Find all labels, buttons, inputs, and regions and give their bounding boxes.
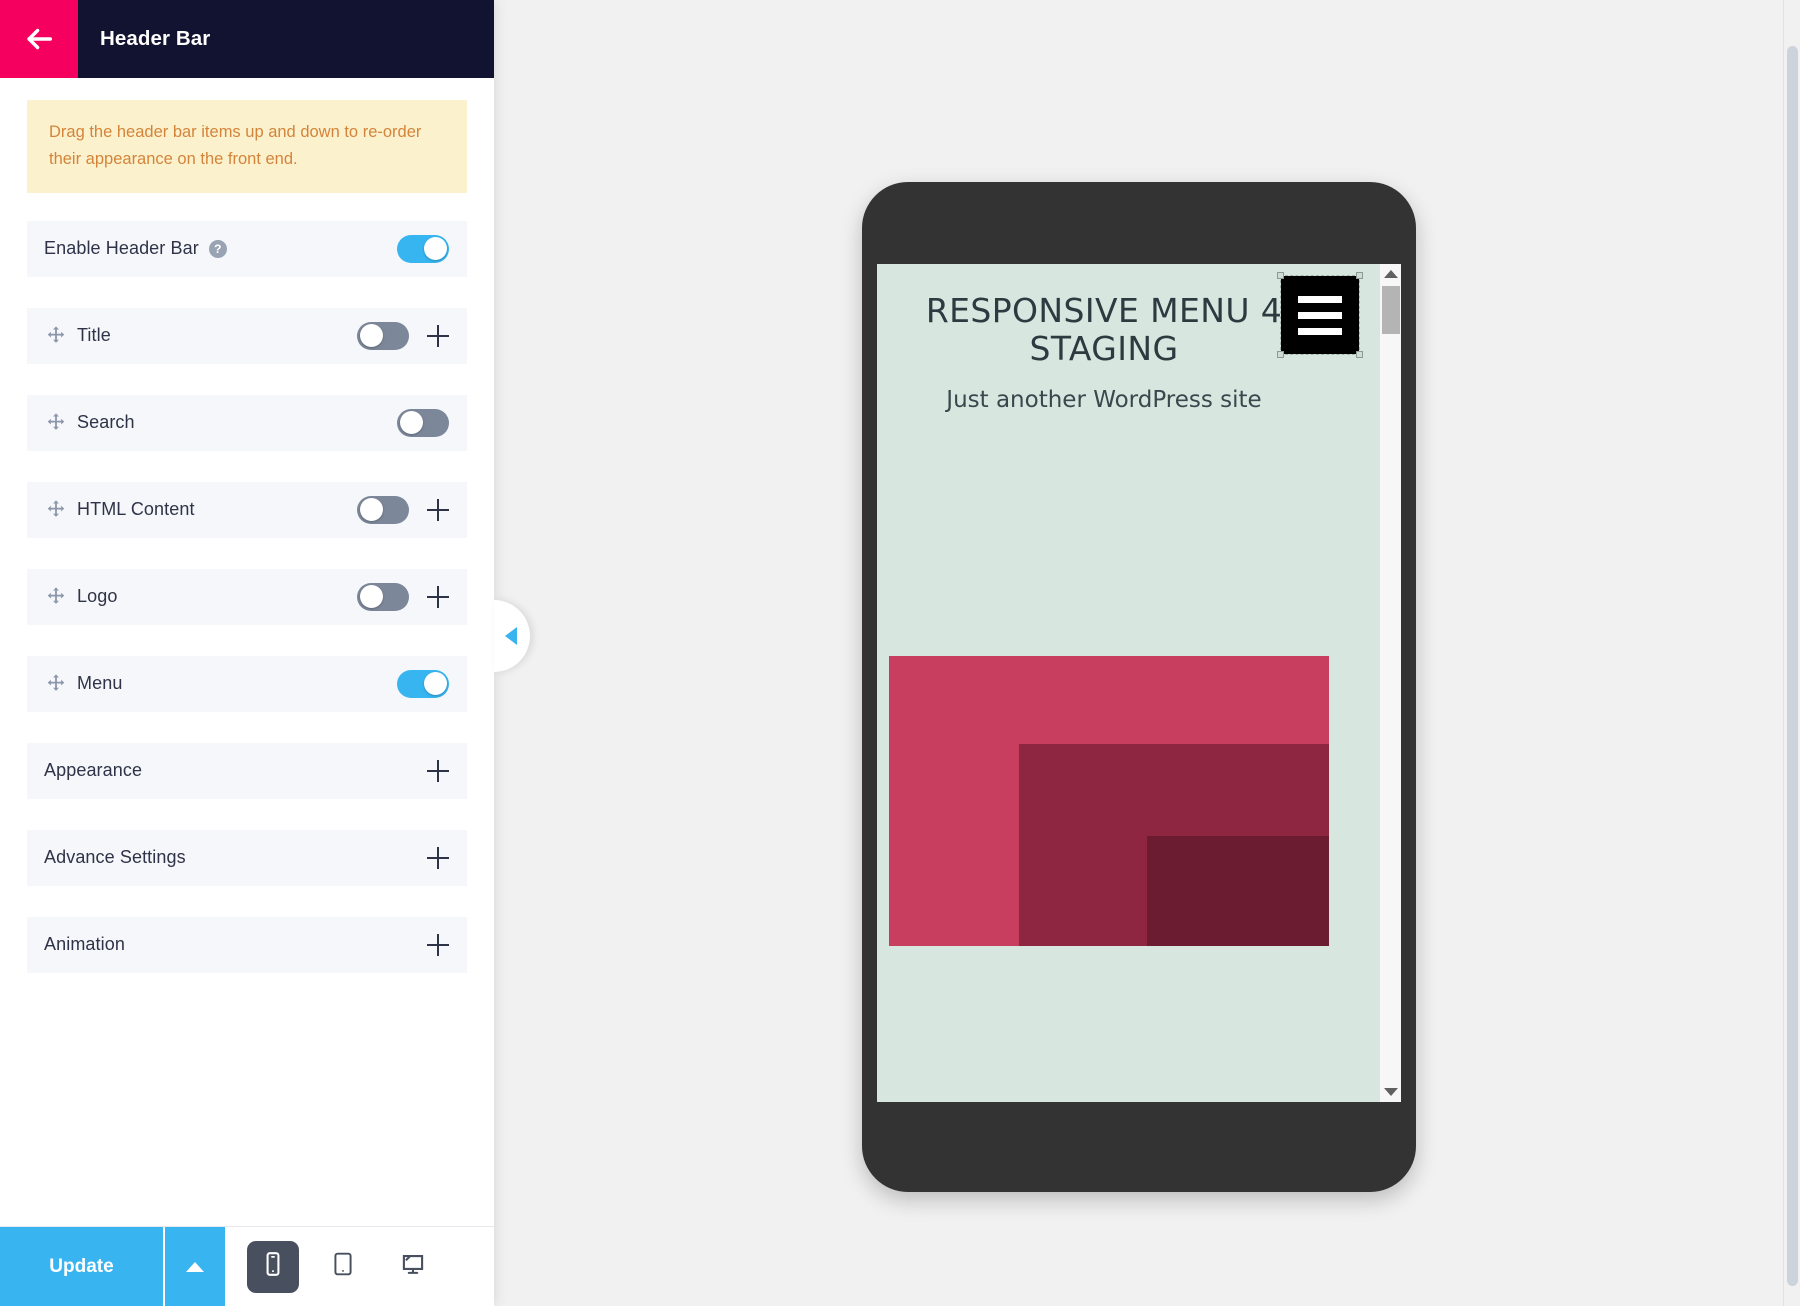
panel-footer: Update bbox=[0, 1226, 494, 1306]
hamburger-menu-button[interactable] bbox=[1277, 272, 1363, 358]
row-label: Title bbox=[77, 325, 111, 346]
site-preview: RESPONSIVE MENU 4 STAGING Just another W… bbox=[877, 264, 1379, 1102]
caret-up-icon bbox=[186, 1261, 204, 1272]
preview-area: RESPONSIVE MENU 4 STAGING Just another W… bbox=[494, 0, 1800, 1306]
page-scrollbar[interactable] bbox=[1783, 0, 1800, 1306]
panel-body: Drag the header bar items up and down to… bbox=[0, 78, 494, 1226]
drag-move-icon[interactable] bbox=[44, 498, 68, 522]
selection-handle[interactable] bbox=[1356, 272, 1363, 279]
toggle-html-content[interactable] bbox=[357, 495, 409, 524]
mobile-icon bbox=[260, 1251, 286, 1282]
row-label: Menu bbox=[77, 673, 123, 694]
device-switcher bbox=[225, 1227, 494, 1306]
caret-down-icon[interactable] bbox=[1383, 1088, 1398, 1096]
back-button[interactable] bbox=[0, 0, 78, 78]
toggle-title[interactable] bbox=[357, 321, 409, 350]
device-mobile-button[interactable] bbox=[247, 1240, 299, 1293]
triangle-left-icon bbox=[504, 627, 517, 645]
hamburger-icon-bar bbox=[1298, 311, 1342, 319]
row-label: HTML Content bbox=[77, 499, 195, 520]
hamburger-icon-bar bbox=[1298, 295, 1342, 303]
setting-row-menu[interactable]: Menu bbox=[27, 655, 467, 712]
drag-move-icon[interactable] bbox=[44, 672, 68, 696]
expand-html-content-button[interactable] bbox=[427, 498, 449, 521]
panel-header: Header Bar bbox=[0, 0, 494, 78]
setting-row-logo[interactable]: Logo bbox=[27, 568, 467, 625]
desktop-icon bbox=[399, 1250, 427, 1283]
toggle-search[interactable] bbox=[397, 408, 449, 437]
setting-row-enable-header-bar[interactable]: Enable Header Bar ? bbox=[27, 220, 467, 277]
reorder-notice: Drag the header bar items up and down to… bbox=[27, 100, 467, 193]
selection-handle[interactable] bbox=[1356, 351, 1363, 358]
row-label: Enable Header Bar bbox=[44, 238, 199, 259]
drag-move-icon[interactable] bbox=[44, 585, 68, 609]
caret-up-icon[interactable] bbox=[1383, 270, 1398, 278]
row-label: Advance Settings bbox=[44, 847, 186, 868]
toggle-menu[interactable] bbox=[397, 669, 449, 698]
selection-handle[interactable] bbox=[1277, 272, 1284, 279]
section-row-appearance[interactable]: Appearance bbox=[27, 742, 467, 799]
update-options-button[interactable] bbox=[163, 1227, 225, 1306]
help-icon[interactable]: ? bbox=[208, 239, 227, 258]
setting-row-search[interactable]: Search bbox=[27, 394, 467, 451]
section-row-advance-settings[interactable]: Advance Settings bbox=[27, 829, 467, 886]
row-label: Appearance bbox=[44, 760, 143, 781]
page-scrollbar-thumb[interactable] bbox=[1787, 46, 1798, 1286]
expand-appearance-button[interactable] bbox=[427, 759, 449, 782]
preview-scrollbar[interactable] bbox=[1379, 264, 1401, 1102]
site-tagline: Just another WordPress site bbox=[946, 386, 1262, 413]
expand-animation-button[interactable] bbox=[427, 933, 449, 956]
drag-move-icon[interactable] bbox=[44, 411, 68, 435]
tablet-icon bbox=[330, 1251, 356, 1282]
hero-band-3 bbox=[1147, 836, 1329, 946]
setting-row-title[interactable]: Title bbox=[27, 307, 467, 364]
expand-advance-settings-button[interactable] bbox=[427, 846, 449, 869]
phone-screen: RESPONSIVE MENU 4 STAGING Just another W… bbox=[877, 264, 1401, 1102]
device-tablet-button[interactable] bbox=[317, 1241, 369, 1293]
expand-title-button[interactable] bbox=[427, 324, 449, 347]
row-label: Logo bbox=[77, 586, 118, 607]
row-label: Animation bbox=[44, 934, 125, 955]
customizer-app: Header Bar Drag the header bar items up … bbox=[0, 0, 1800, 1306]
scrollbar-thumb[interactable] bbox=[1382, 286, 1400, 334]
drag-move-icon[interactable] bbox=[44, 324, 68, 348]
phone-frame: RESPONSIVE MENU 4 STAGING Just another W… bbox=[862, 182, 1416, 1192]
setting-row-html-content[interactable]: HTML Content bbox=[27, 481, 467, 538]
toggle-enable-header-bar[interactable] bbox=[397, 234, 449, 263]
settings-panel: Header Bar Drag the header bar items up … bbox=[0, 0, 494, 1306]
hamburger-icon-bar bbox=[1298, 327, 1342, 335]
page-title: Header Bar bbox=[100, 27, 211, 50]
expand-logo-button[interactable] bbox=[427, 585, 449, 608]
section-row-animation[interactable]: Animation bbox=[27, 916, 467, 973]
update-button[interactable]: Update bbox=[0, 1227, 163, 1306]
device-desktop-button[interactable] bbox=[387, 1241, 439, 1293]
row-label: Search bbox=[77, 412, 135, 433]
arrow-left-icon bbox=[22, 22, 56, 56]
toggle-logo[interactable] bbox=[357, 582, 409, 611]
hero-image bbox=[889, 656, 1329, 946]
selection-handle[interactable] bbox=[1277, 351, 1284, 358]
